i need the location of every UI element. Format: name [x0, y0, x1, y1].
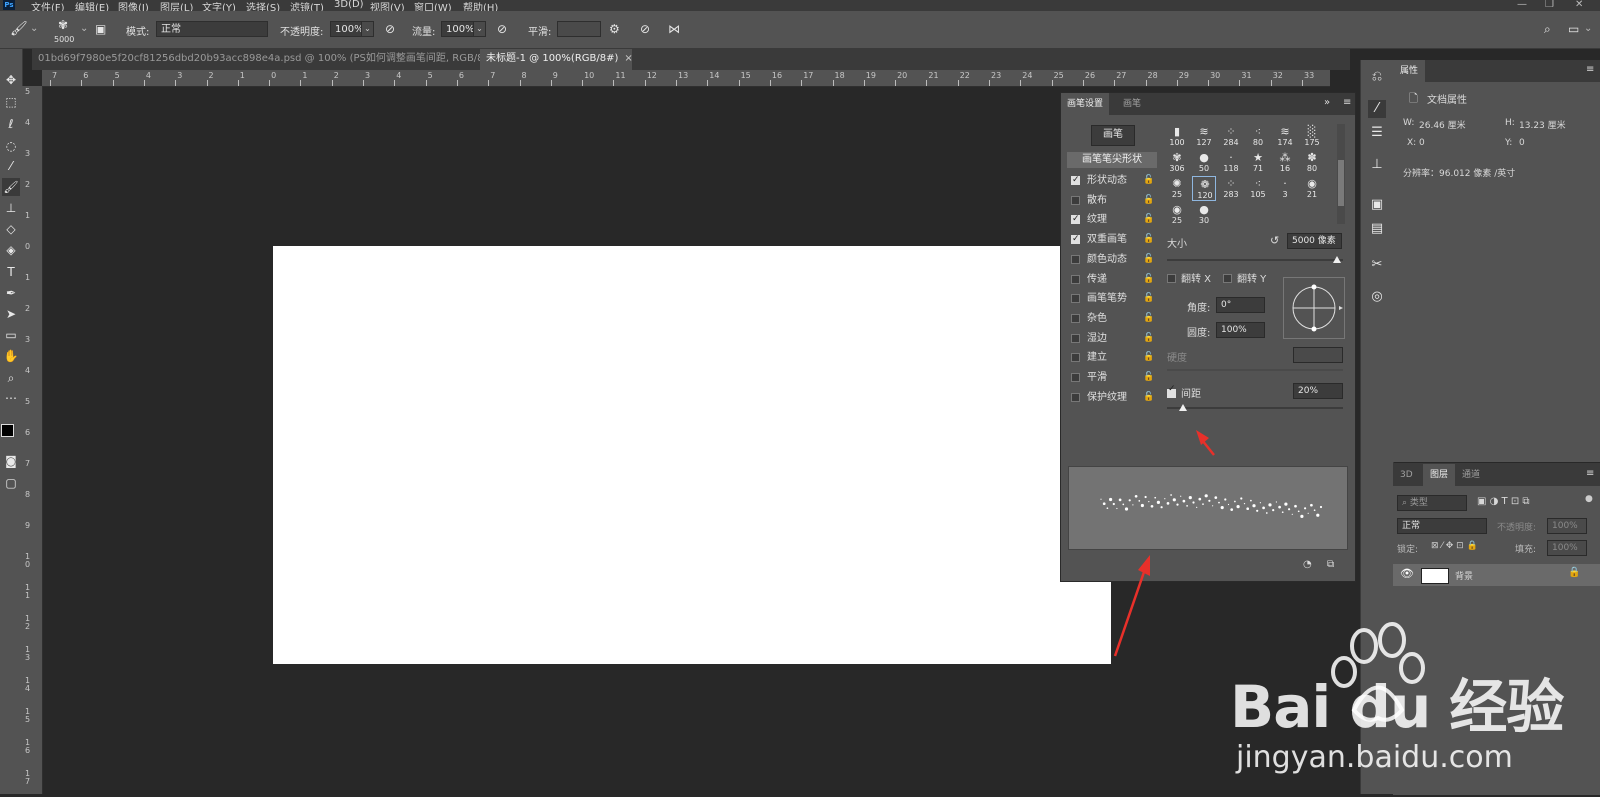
arrow-to-spacing-slider — [1196, 430, 1215, 456]
arrow-to-stroke-preview — [1113, 555, 1150, 657]
watermark-brand: Bai du 经验 — [1230, 673, 1564, 741]
baidu-watermark: Bai du 经验 jingyan.baidu.com — [1230, 610, 1600, 794]
watermark-url: jingyan.baidu.com — [1236, 740, 1513, 775]
